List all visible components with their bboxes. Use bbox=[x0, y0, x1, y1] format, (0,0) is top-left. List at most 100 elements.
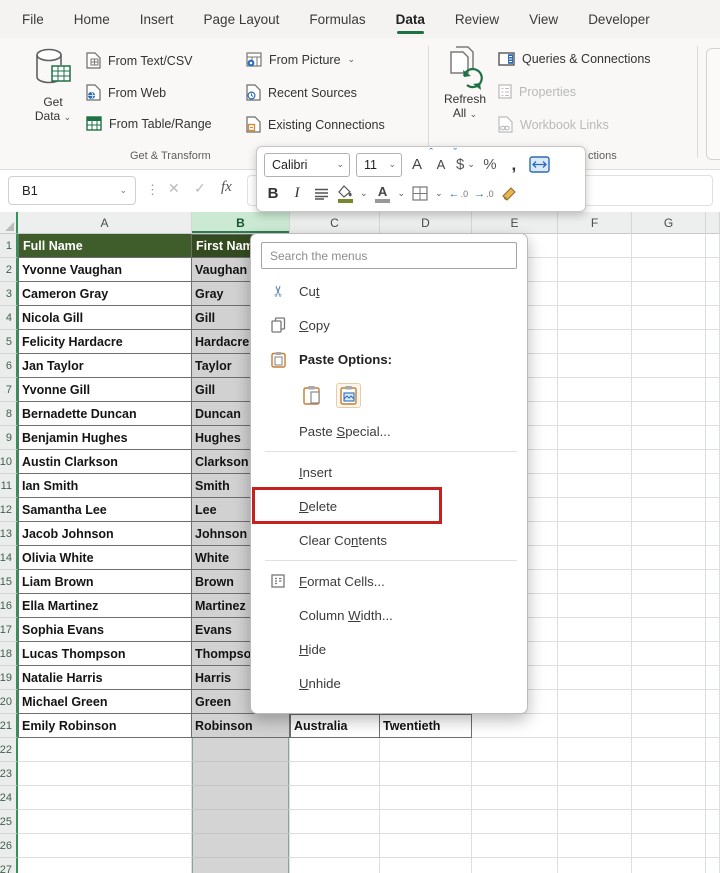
row-header-5[interactable]: 5 bbox=[0, 330, 18, 354]
cell-g9[interactable] bbox=[632, 426, 706, 450]
cell-f21[interactable] bbox=[558, 714, 632, 738]
comma-style-icon[interactable]: , bbox=[505, 154, 523, 176]
search-menus-input[interactable] bbox=[261, 242, 517, 269]
cell-g2[interactable] bbox=[632, 258, 706, 282]
row-header-6[interactable]: 6 bbox=[0, 354, 18, 378]
cell-c22[interactable] bbox=[290, 738, 380, 762]
cell-g27[interactable] bbox=[632, 858, 706, 873]
percent-style-icon[interactable]: % bbox=[481, 154, 499, 176]
from-table-range-button[interactable]: From Table/Range bbox=[86, 116, 212, 131]
decrease-decimal-icon[interactable]: →.0 bbox=[474, 183, 494, 205]
cell-a7[interactable]: Yvonne Gill bbox=[18, 378, 192, 402]
cell-f12[interactable] bbox=[558, 498, 632, 522]
cell-g5[interactable] bbox=[632, 330, 706, 354]
cell-d27[interactable] bbox=[380, 858, 472, 873]
cell-e22[interactable] bbox=[472, 738, 558, 762]
paste-option-keep-source-icon[interactable] bbox=[299, 383, 324, 408]
cell-e25[interactable] bbox=[472, 810, 558, 834]
cell-g19[interactable] bbox=[632, 666, 706, 690]
decrease-font-size-icon[interactable]: Aˇ bbox=[432, 154, 450, 176]
cell-f1[interactable] bbox=[558, 234, 632, 258]
column-header-d[interactable]: D bbox=[380, 212, 472, 234]
italic-icon[interactable]: I bbox=[288, 183, 306, 205]
increase-font-size-icon[interactable]: Aˆ bbox=[408, 154, 426, 176]
cell-a18[interactable]: Lucas Thompson bbox=[18, 642, 192, 666]
cell-c24[interactable] bbox=[290, 786, 380, 810]
cell-g10[interactable] bbox=[632, 450, 706, 474]
paste-option-picture-icon[interactable] bbox=[336, 383, 361, 408]
cell-a16[interactable]: Ella Martinez bbox=[18, 594, 192, 618]
column-header-f[interactable]: F bbox=[558, 212, 632, 234]
cell-d25[interactable] bbox=[380, 810, 472, 834]
tab-review[interactable]: Review bbox=[455, 12, 499, 27]
row-header-26[interactable]: 26 bbox=[0, 834, 18, 858]
cell-a15[interactable]: Liam Brown bbox=[18, 570, 192, 594]
row-header-12[interactable]: 12 bbox=[0, 498, 18, 522]
cell-g11[interactable] bbox=[632, 474, 706, 498]
cell-b24[interactable] bbox=[192, 786, 290, 810]
increase-decimal-icon[interactable]: ←.0 bbox=[449, 183, 469, 205]
cell-a13[interactable]: Jacob Johnson bbox=[18, 522, 192, 546]
select-all-corner[interactable] bbox=[0, 212, 18, 234]
existing-connections-button[interactable]: Existing Connections bbox=[246, 116, 385, 133]
cell-a20[interactable]: Michael Green bbox=[18, 690, 192, 714]
cell-e24[interactable] bbox=[472, 786, 558, 810]
cell-f19[interactable] bbox=[558, 666, 632, 690]
row-header-21[interactable]: 21 bbox=[0, 714, 18, 738]
column-width-icon[interactable] bbox=[529, 154, 550, 176]
menu-item-clear-contents[interactable]: Clear Contents bbox=[251, 523, 527, 557]
bold-icon[interactable]: B bbox=[264, 183, 282, 205]
cell-a22[interactable] bbox=[18, 738, 192, 762]
menu-item-insert[interactable]: Insert bbox=[251, 455, 527, 489]
menu-item-paste-special[interactable]: Paste Special... bbox=[251, 414, 527, 448]
row-header-20[interactable]: 20 bbox=[0, 690, 18, 714]
chevron-down-icon[interactable]: ⌄ bbox=[360, 189, 368, 198]
cell-b25[interactable] bbox=[192, 810, 290, 834]
cell-a19[interactable]: Natalie Harris bbox=[18, 666, 192, 690]
font-size-select[interactable]: 11 ⌄ bbox=[356, 153, 402, 177]
cell-a14[interactable]: Olivia White bbox=[18, 546, 192, 570]
column-header-g[interactable]: G bbox=[632, 212, 706, 234]
cell-c21[interactable]: Australia bbox=[290, 714, 380, 738]
menu-item-format-cells[interactable]: Format Cells... bbox=[251, 564, 527, 598]
row-header-3[interactable]: 3 bbox=[0, 282, 18, 306]
chevron-down-icon[interactable]: ⌄ bbox=[435, 189, 443, 198]
cell-g26[interactable] bbox=[632, 834, 706, 858]
font-name-select[interactable]: Calibri ⌄ bbox=[264, 153, 350, 177]
fill-color-icon[interactable] bbox=[336, 183, 354, 205]
cell-a10[interactable]: Austin Clarkson bbox=[18, 450, 192, 474]
chevron-down-icon[interactable]: ⌄ bbox=[398, 189, 406, 198]
cell-a1[interactable]: Full Name bbox=[18, 234, 192, 258]
cell-b21[interactable]: Robinson bbox=[192, 714, 290, 738]
row-header-25[interactable]: 25 bbox=[0, 810, 18, 834]
cell-a23[interactable] bbox=[18, 762, 192, 786]
tab-file[interactable]: File bbox=[22, 12, 44, 27]
cell-a8[interactable]: Bernadette Duncan bbox=[18, 402, 192, 426]
cell-d26[interactable] bbox=[380, 834, 472, 858]
menu-item-unhide[interactable]: Unhide bbox=[251, 666, 527, 700]
row-header-10[interactable]: 10 bbox=[0, 450, 18, 474]
cell-f4[interactable] bbox=[558, 306, 632, 330]
cell-f9[interactable] bbox=[558, 426, 632, 450]
row-header-19[interactable]: 19 bbox=[0, 666, 18, 690]
cell-c25[interactable] bbox=[290, 810, 380, 834]
cell-f20[interactable] bbox=[558, 690, 632, 714]
cell-e27[interactable] bbox=[472, 858, 558, 873]
row-header-2[interactable]: 2 bbox=[0, 258, 18, 282]
column-header-e[interactable]: E bbox=[472, 212, 558, 234]
tab-formulas[interactable]: Formulas bbox=[309, 12, 365, 27]
row-header-23[interactable]: 23 bbox=[0, 762, 18, 786]
cell-d24[interactable] bbox=[380, 786, 472, 810]
row-header-13[interactable]: 13 bbox=[0, 522, 18, 546]
row-header-1[interactable]: 1 bbox=[0, 234, 18, 258]
cell-d22[interactable] bbox=[380, 738, 472, 762]
menu-item-cut[interactable]: ✂ Cut bbox=[251, 274, 527, 308]
cell-c27[interactable] bbox=[290, 858, 380, 873]
row-header-4[interactable]: 4 bbox=[0, 306, 18, 330]
borders-icon[interactable] bbox=[411, 183, 429, 205]
cell-a21[interactable]: Emily Robinson bbox=[18, 714, 192, 738]
column-header-b[interactable]: B bbox=[192, 212, 290, 234]
cell-a17[interactable]: Sophia Evans bbox=[18, 618, 192, 642]
cell-a6[interactable]: Jan Taylor bbox=[18, 354, 192, 378]
row-header-16[interactable]: 16 bbox=[0, 594, 18, 618]
